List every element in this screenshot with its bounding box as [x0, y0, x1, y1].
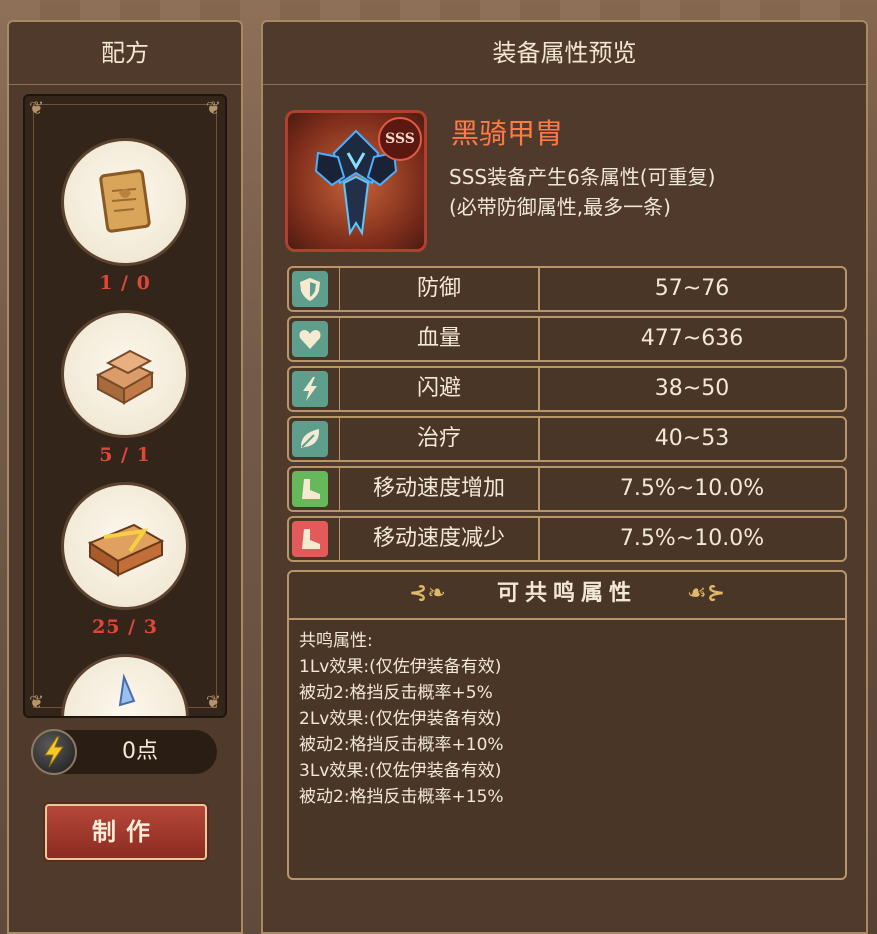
recipe-list[interactable]: ❦ ❦ ❦ ❦ 1 / 0 5 / 1 25 / 3: [23, 94, 227, 718]
attribute-value: 7.5%~10.0%: [619, 476, 765, 501]
attribute-name: 血量: [339, 318, 540, 360]
iron-ingot-icon: [95, 349, 155, 405]
recipe-material-slot[interactable]: [61, 138, 189, 266]
attribute-value: 477~636: [640, 326, 744, 351]
attribute-table: 防御 57~76 血量 477~636 闪避 38~50 治疗 40~53 移动…: [287, 266, 847, 566]
attribute-row-dodge: 闪避 38~50: [287, 366, 847, 412]
attribute-row-move-speed-up: 移动速度增加 7.5%~10.0%: [287, 466, 847, 512]
resonance-section: ⊰❧ 可共鸣属性 ☙⊱ 共鸣属性: 1Lv效果:(仅佐伊装备有效) 被动2:格挡…: [287, 570, 847, 880]
lightning-icon: [292, 371, 328, 407]
points-value: 0点: [122, 739, 158, 764]
scroll-icon: [99, 169, 151, 233]
equipment-description: SSS装备产生6条属性(可重复) (必带防御属性,最多一条): [449, 162, 829, 222]
attribute-name: 防御: [339, 268, 540, 310]
attribute-name: 闪避: [339, 368, 540, 410]
recipe-panel: 配方 ❦ ❦ ❦ ❦ 1 / 0 5 / 1 25 / 3 0点 制作: [7, 20, 243, 934]
resonance-line: 2Lv效果:(仅佐伊装备有效): [299, 709, 502, 729]
equipment-name: 黑骑甲胄: [451, 117, 564, 150]
resonance-line: 共鸣属性:: [299, 631, 373, 651]
recipe-panel-title: 配方: [9, 22, 241, 85]
attribute-value: 40~53: [654, 426, 730, 451]
attribute-row-defense: 防御 57~76: [287, 266, 847, 312]
recipe-count: 25 / 3: [92, 616, 158, 638]
gold-bar-icon: [87, 523, 165, 577]
recipe-item[interactable]: [25, 654, 225, 716]
corner-ornament-icon: ❦: [205, 98, 221, 119]
make-button[interactable]: 制作: [45, 804, 207, 860]
resonance-header: ⊰❧ 可共鸣属性 ☙⊱: [289, 572, 845, 620]
resonance-line: 1Lv效果:(仅佐伊装备有效): [299, 657, 502, 677]
attribute-name: 移动速度减少: [339, 518, 540, 560]
left-ornament-icon: ⊰❧: [409, 581, 446, 606]
recipe-item[interactable]: 1 / 0: [25, 138, 225, 294]
resonance-line: 被动2:格挡反击概率+5%: [299, 683, 493, 703]
corner-ornament-icon: ❦: [29, 98, 45, 119]
equipment-icon-frame[interactable]: SSS: [285, 110, 427, 252]
rarity-badge: SSS: [378, 117, 422, 161]
attribute-value: 7.5%~10.0%: [619, 526, 765, 551]
resonance-line: 被动2:格挡反击概率+10%: [299, 735, 504, 755]
crystal-icon: [118, 673, 136, 707]
attribute-name: 移动速度增加: [339, 468, 540, 510]
description-line: (必带防御属性,最多一条): [449, 195, 671, 219]
attribute-value: 57~76: [654, 276, 730, 301]
boot-up-icon: [292, 471, 328, 507]
resonance-line: 被动2:格挡反击概率+15%: [299, 787, 504, 807]
recipe-material-slot[interactable]: [61, 310, 189, 438]
right-ornament-icon: ☙⊱: [686, 581, 725, 606]
equipment-preview-panel: 装备属性预览 SSS 黑骑甲胄 SSS装备产生6条属性(可重复) (必带防御属性…: [261, 20, 868, 934]
leaf-icon: [292, 421, 328, 457]
heart-icon: [292, 321, 328, 357]
recipe-material-slot[interactable]: [61, 654, 189, 716]
attribute-row-heal: 治疗 40~53: [287, 416, 847, 462]
recipe-item[interactable]: 25 / 3: [25, 482, 225, 638]
lightning-icon: [31, 729, 77, 775]
recipe-count: 5 / 1: [99, 444, 151, 466]
boot-down-icon: [292, 521, 328, 557]
description-line: SSS装备产生6条属性(可重复): [449, 165, 716, 189]
shield-icon: [292, 271, 328, 307]
points-display: 0点: [31, 729, 217, 775]
attribute-value: 38~50: [654, 376, 730, 401]
recipe-count: 1 / 0: [99, 272, 151, 294]
attribute-name: 治疗: [339, 418, 540, 460]
resonance-title: 可共鸣属性: [496, 581, 637, 606]
resonance-body: 共鸣属性: 1Lv效果:(仅佐伊装备有效) 被动2:格挡反击概率+5% 2Lv效…: [289, 620, 845, 818]
recipe-material-slot[interactable]: [61, 482, 189, 610]
recipe-item[interactable]: 5 / 1: [25, 310, 225, 466]
resonance-line: 3Lv效果:(仅佐伊装备有效): [299, 761, 502, 781]
attribute-row-hp: 血量 477~636: [287, 316, 847, 362]
attribute-row-move-speed-down: 移动速度减少 7.5%~10.0%: [287, 516, 847, 562]
preview-title: 装备属性预览: [263, 22, 866, 85]
